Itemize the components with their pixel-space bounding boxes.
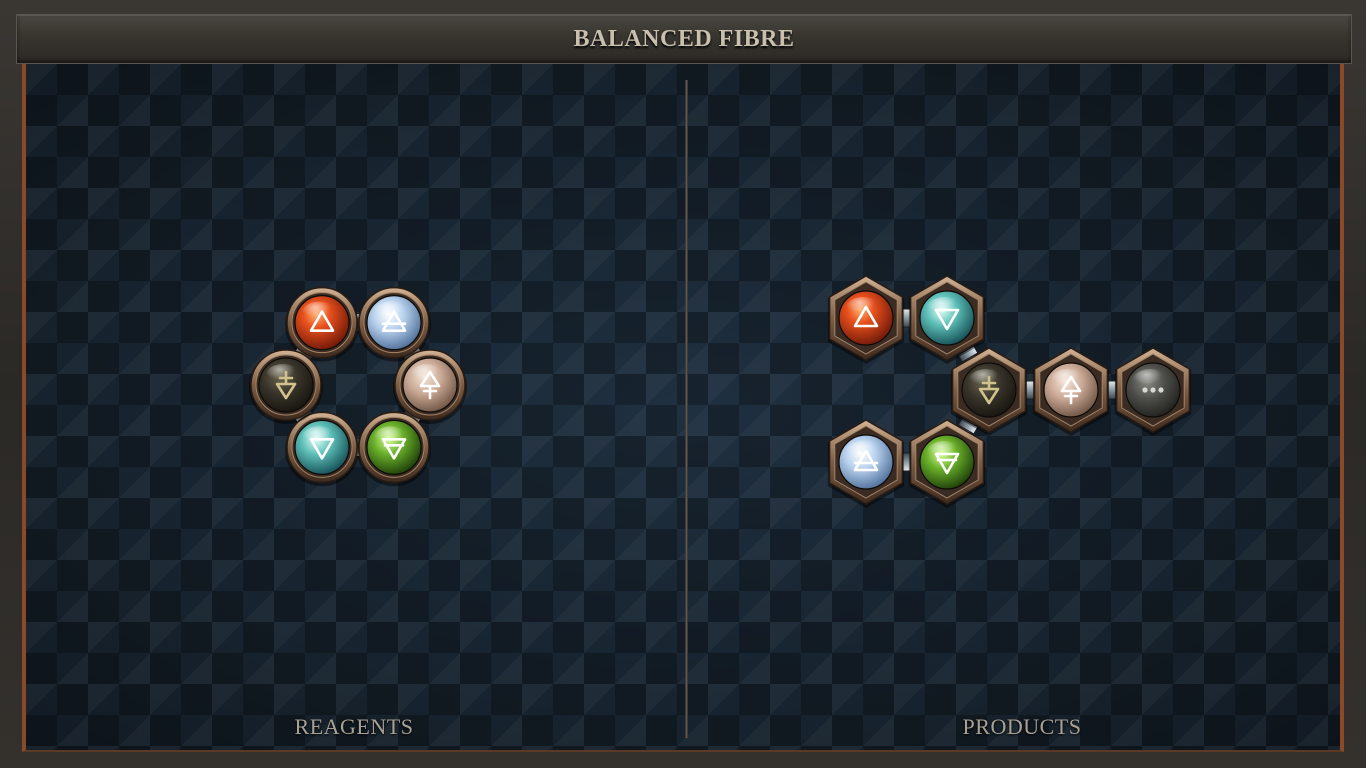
atom-fire[interactable] (285, 286, 359, 362)
atom-fire[interactable] (827, 275, 905, 364)
atom-blank[interactable] (1114, 347, 1192, 436)
product-molecule (827, 275, 1192, 508)
molecule-layer (249, 275, 1192, 508)
atom-salt[interactable] (393, 349, 467, 424)
atom-earth[interactable] (357, 411, 431, 487)
game-window: BALANCED FIBRE REAGENTS PRODUCTS (0, 0, 1366, 768)
atom-air[interactable] (357, 286, 431, 362)
atom-lead[interactable] (249, 349, 323, 424)
atom-water[interactable] (285, 411, 359, 487)
atom-air[interactable] (827, 419, 905, 508)
ellipsis-icon (1142, 387, 1164, 393)
atom-salt[interactable] (1032, 347, 1110, 436)
reagent-molecule (249, 286, 467, 487)
